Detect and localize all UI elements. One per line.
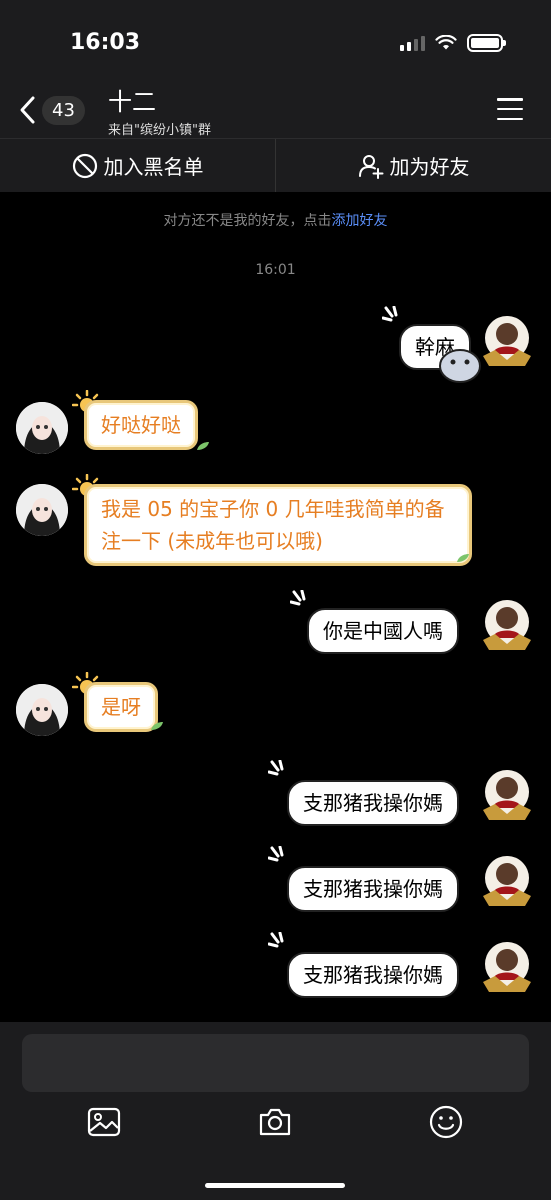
block-label: 加入黑名单 <box>103 155 204 179</box>
message-bubble[interactable]: 支那猪我操你媽 <box>287 866 459 912</box>
add-friend-link[interactable]: 添加好友 <box>332 213 388 229</box>
message-text: 支那猪我操你媽 <box>303 877 443 901</box>
bubble-decoration-icon <box>267 931 290 954</box>
contact-avatar[interactable] <box>16 402 68 454</box>
message-text: 你是中國人嗎 <box>323 619 443 643</box>
input-toolbar <box>0 1104 551 1144</box>
home-indicator <box>205 1183 345 1188</box>
leaf-decoration-icon <box>196 436 210 450</box>
leaf-decoration-icon <box>150 716 164 730</box>
my-avatar[interactable] <box>479 940 535 996</box>
nav-bar: 43 十二 来自"缤纷小镇"群 <box>0 88 551 138</box>
bubble-decoration-icon <box>267 845 290 868</box>
add-friend-label: 加为好友 <box>389 155 470 179</box>
bubble-decoration-icon <box>289 589 312 612</box>
status-bar: 16:03 <box>0 0 551 88</box>
camera-icon[interactable] <box>257 1104 293 1140</box>
menu-icon[interactable] <box>497 98 523 120</box>
message-text: 支那猪我操你媽 <box>303 963 443 987</box>
message-text: 是呀 <box>101 695 141 719</box>
bubble-pet-decoration <box>439 346 481 384</box>
chat-subtitle: 来自"缤纷小镇"群 <box>108 123 211 138</box>
notice-text: 对方还不是我的好友，点击 <box>163 213 332 229</box>
bubble-decoration-icon <box>381 305 404 328</box>
chat-title: 十二 <box>108 88 156 116</box>
message-text: 支那猪我操你媽 <box>303 791 443 815</box>
cellular-signal-icon <box>400 35 425 51</box>
message-timestamp: 16:01 <box>255 262 296 278</box>
block-icon <box>72 153 97 178</box>
message-bubble[interactable]: 好哒好哒 <box>84 400 198 450</box>
status-time: 16:03 <box>70 30 141 55</box>
add-friend-button[interactable]: 加为好友 <box>276 139 551 192</box>
message-bubble[interactable]: 我是 05 的宝子你 0 几年哇我简单的备注一下 (未成年也可以哦) <box>84 484 472 566</box>
message-text: 好哒好哒 <box>101 413 181 437</box>
message-bubble[interactable]: 你是中國人嗎 <box>307 608 459 654</box>
message-input[interactable] <box>22 1034 529 1092</box>
emoji-icon[interactable] <box>428 1104 464 1140</box>
message-bubble[interactable]: 是呀 <box>84 682 158 732</box>
leaf-decoration-icon <box>456 548 470 562</box>
bubble-decoration-icon <box>267 759 290 782</box>
stranger-notice: 对方还不是我的好友，点击添加好友 <box>0 210 551 230</box>
block-button[interactable]: 加入黑名单 <box>0 139 275 192</box>
status-icons <box>400 34 506 52</box>
back-arrow-icon <box>20 96 35 124</box>
my-avatar[interactable] <box>479 598 535 654</box>
message-bubble[interactable]: 支那猪我操你媽 <box>287 952 459 998</box>
wifi-icon <box>435 35 457 50</box>
message-bubble[interactable]: 支那猪我操你媽 <box>287 780 459 826</box>
my-avatar[interactable] <box>479 854 535 910</box>
chat-title-block[interactable]: 十二 来自"缤纷小镇"群 <box>108 82 211 138</box>
contact-avatar[interactable] <box>16 684 68 736</box>
message-text: 我是 05 的宝子你 0 几年哇我简单的备注一下 (未成年也可以哦) <box>101 497 445 553</box>
back-button[interactable]: 43 <box>18 90 85 130</box>
contact-avatar[interactable] <box>16 484 68 536</box>
my-avatar[interactable] <box>479 768 535 824</box>
input-area <box>0 1022 551 1200</box>
image-icon[interactable] <box>86 1104 122 1140</box>
unread-count-badge: 43 <box>42 95 85 125</box>
add-user-icon <box>358 154 383 179</box>
stranger-action-bar: 加入黑名单 加为好友 <box>0 138 551 192</box>
battery-icon <box>467 34 506 52</box>
my-avatar[interactable] <box>479 314 535 370</box>
